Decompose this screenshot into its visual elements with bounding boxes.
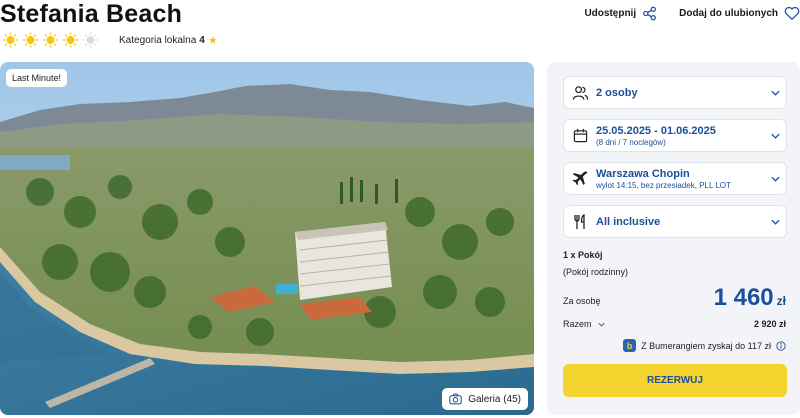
per-person-label: Za osobę xyxy=(563,296,601,306)
sun-icon-empty xyxy=(82,32,99,48)
last-minute-badge: Last Minute! xyxy=(6,69,68,87)
departure-value: Warszawa Chopin xyxy=(596,167,690,180)
room-info: 1 x Pokój (Pokój rodzinny) xyxy=(563,250,628,277)
price-amount: 1 460 xyxy=(713,284,774,311)
total-toggle[interactable]: Razem xyxy=(563,319,605,329)
share-button[interactable]: Udostępnij xyxy=(584,6,657,21)
hotel-photo-image xyxy=(0,62,534,415)
price-value: 1 460 zł xyxy=(714,284,786,312)
calendar-icon xyxy=(573,128,587,143)
cutlery-icon xyxy=(574,213,585,229)
share-icon xyxy=(643,6,657,21)
heart-icon xyxy=(784,6,800,21)
favorite-button[interactable]: Dodaj do ulubionych xyxy=(679,6,800,21)
total-value: 2 920 zł xyxy=(753,319,786,329)
local-category: Kategoria lokalna 4 ★ xyxy=(119,34,218,47)
bumerang-logo: b xyxy=(623,339,637,352)
info-icon[interactable] xyxy=(776,340,786,351)
top-actions: Udostępnij Dodaj do ulubionych xyxy=(584,6,800,21)
gallery-label: Galeria (45) xyxy=(468,393,521,405)
departure-sub: wylot 14:15, bez przesiadek, PLL LOT xyxy=(596,180,731,190)
sun-rating xyxy=(2,32,99,48)
departure-select[interactable]: Warszawa Chopin wylot 14:15, bez przesia… xyxy=(563,162,787,195)
people-icon xyxy=(572,85,588,100)
chevron-down-icon xyxy=(597,322,605,327)
reserve-button[interactable]: REZERWUJ xyxy=(563,364,787,397)
local-category-label: Kategoria lokalna xyxy=(119,34,197,46)
sun-icon xyxy=(22,32,39,48)
bumerang-info: b Z Bumerangiem zyskaj do 117 zł xyxy=(623,339,786,352)
dates-value: 25.05.2025 - 01.06.2025 xyxy=(596,124,716,137)
travelers-select[interactable]: 2 osoby xyxy=(563,76,787,109)
chevron-down-icon xyxy=(770,133,780,139)
chevron-down-icon xyxy=(770,176,780,182)
board-select[interactable]: All inclusive xyxy=(563,205,787,238)
board-value: All inclusive xyxy=(596,215,661,228)
dates-select[interactable]: 25.05.2025 - 01.06.2025 (8 dni / 7 nocle… xyxy=(563,119,787,152)
hotel-photo[interactable]: Last Minute! Galeria (45) xyxy=(0,62,534,415)
gallery-button[interactable]: Galeria (45) xyxy=(442,388,528,410)
dates-sub: (8 dni / 7 noclegów) xyxy=(596,137,666,147)
room-type: (Pokój rodzinny) xyxy=(563,267,629,277)
booking-panel: 2 osoby 25.05.2025 - 01.06.2025 (8 dni /… xyxy=(547,62,800,415)
rating-row: Kategoria lokalna 4 ★ xyxy=(2,32,218,48)
favorite-label: Dodaj do ulubionych xyxy=(679,8,778,19)
bumerang-text: Z Bumerangiem zyskaj do 117 zł xyxy=(641,340,771,351)
travelers-value: 2 osoby xyxy=(596,86,638,99)
share-label: Udostępnij xyxy=(584,8,637,19)
chevron-down-icon xyxy=(770,90,780,96)
room-count: 1 x Pokój xyxy=(563,250,603,260)
local-category-value: 4 xyxy=(199,34,205,46)
price-currency: zł xyxy=(776,294,786,308)
chevron-down-icon xyxy=(770,219,780,225)
sun-icon xyxy=(62,32,79,48)
sun-icon xyxy=(42,32,59,48)
star-icon: ★ xyxy=(207,34,218,47)
hotel-title: Stefania Beach xyxy=(0,0,183,28)
plane-icon xyxy=(572,170,588,185)
sun-icon xyxy=(2,32,19,48)
total-label: Razem xyxy=(563,319,592,329)
camera-icon xyxy=(449,393,462,405)
